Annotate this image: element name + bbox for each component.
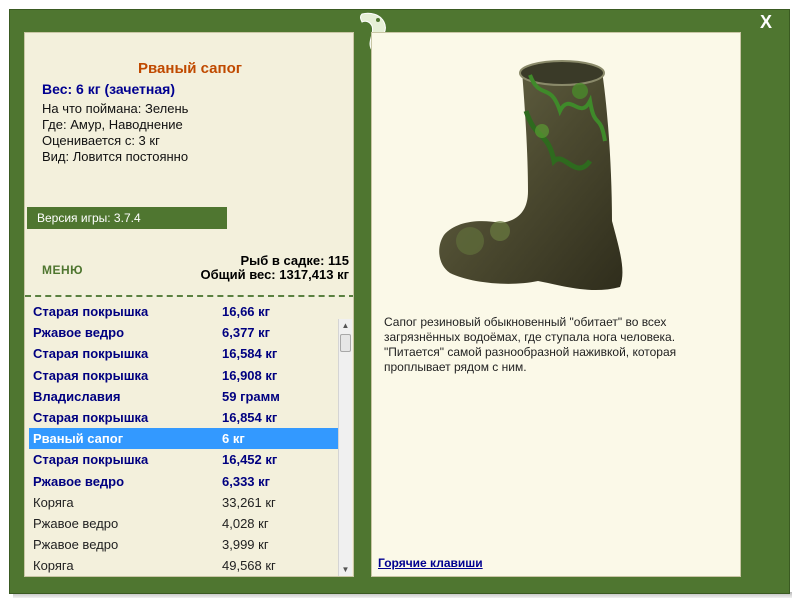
- list-item-name: Ржавое ведро: [33, 473, 125, 489]
- valued-from-text: Оценивается с: 3 кг: [42, 133, 160, 148]
- fish-detail-panel: Сапог резиновый обыкновенный "обитает" в…: [371, 32, 741, 577]
- list-item[interactable]: Ржавое ведро 3,999 кг: [29, 534, 341, 555]
- list-item-name: Ржавое ведро: [33, 515, 119, 531]
- list-item[interactable]: Ржавое ведро 4,028 кг: [29, 513, 341, 534]
- fish-title: Рваный сапог: [138, 60, 242, 77]
- fish-type-text: Вид: Ловится постоянно: [42, 149, 189, 164]
- list-item[interactable]: Коряга 33,261 кг: [29, 492, 341, 513]
- list-item-name: Старая покрышка: [33, 410, 149, 426]
- list-item[interactable]: Старая покрышка 16,452 кг: [29, 449, 341, 470]
- list-item[interactable]: Старая покрышка 16,908 кг: [29, 365, 341, 386]
- list-item[interactable]: Коряга 49,568 кг: [29, 555, 341, 576]
- hotkeys-link[interactable]: Горячие клавиши: [378, 556, 483, 570]
- list-item[interactable]: Владиславия 59 грамм: [29, 386, 341, 407]
- location-text: Где: Амур, Наводнение: [42, 117, 183, 132]
- list-item[interactable]: Старая покрышка 16,66 кг: [29, 301, 341, 322]
- divider: [25, 295, 353, 297]
- caught-on-text: На что поймана: Зелень: [42, 101, 189, 116]
- boot-image: [439, 60, 623, 291]
- list-item[interactable]: Ржавое ведро 6,333 кг: [29, 471, 341, 492]
- list-item-name: Владиславия: [33, 388, 121, 404]
- list-item[interactable]: Старая покрышка 16,584 кг: [29, 343, 341, 364]
- list-item-name: Рваный сапог: [33, 431, 124, 447]
- list-item-name: Коряга: [33, 494, 74, 510]
- fish-description: Сапог резиновый обыкновенный "обитает" в…: [384, 315, 677, 374]
- list-item-weight: 16,66 кг: [222, 304, 271, 320]
- fish-count: Рыб в садке: 115: [240, 253, 349, 268]
- list-item-weight: 16,854 кг: [222, 410, 278, 426]
- fish-info-panel: Рваный сапог Вес: 6 кг (зачетная) На что…: [24, 32, 354, 577]
- arrow-down-icon[interactable]: ▼: [339, 563, 352, 576]
- list-item[interactable]: Старая покрышка 16,854 кг: [29, 407, 341, 428]
- list-item-weight: 16,908 кг: [222, 367, 278, 383]
- keepnet-stats: Рыб в садке: 115 Общий вес: 1317,413 кг: [200, 254, 349, 282]
- game-version-bar: Версия игры: 3.7.4: [27, 207, 227, 229]
- list-item-weight: 16,584 кг: [222, 346, 278, 362]
- list-item-weight: 4,028 кг: [222, 515, 269, 531]
- total-weight: Общий вес: 1317,413 кг: [200, 267, 349, 282]
- list-item-weight: 49,568 кг: [222, 558, 276, 574]
- list-item-name: Старая покрышка: [33, 367, 149, 383]
- fish-weight: Вес: 6 кг (зачетная): [42, 81, 175, 97]
- list-item-name: Коряга: [33, 558, 74, 574]
- list-item[interactable]: Ржавое ведро 6,377 кг: [29, 322, 341, 343]
- catch-list[interactable]: Старая покрышка 16,66 кг Ржавое ведро 6,377…: [29, 301, 341, 576]
- list-item-weight: 59 грамм: [222, 388, 280, 404]
- list-item-name: Старая покрышка: [33, 452, 149, 468]
- list-item-weight: 6 кг: [222, 431, 245, 447]
- scrollbar-thumb[interactable]: [340, 334, 351, 352]
- menu-button[interactable]: МЕНЮ: [42, 263, 83, 277]
- list-item-weight: 16,452 кг: [222, 452, 278, 468]
- close-button[interactable]: X: [757, 12, 775, 32]
- list-item-name: Старая покрышка: [33, 346, 149, 362]
- scrollbar[interactable]: ▲ ▼: [338, 319, 352, 576]
- list-item-weight: 6,333 кг: [222, 473, 271, 489]
- list-item-weight: 33,261 кг: [222, 494, 276, 510]
- list-item[interactable]: Рваный сапог 6 кг: [29, 428, 341, 450]
- list-item-name: Ржавое ведро: [33, 325, 125, 341]
- list-item-weight: 3,999 кг: [222, 537, 269, 553]
- list-item-name: Старая покрышка: [33, 304, 149, 320]
- list-item-weight: 6,377 кг: [222, 325, 271, 341]
- arrow-up-icon[interactable]: ▲: [339, 319, 352, 332]
- list-item-name: Ржавое ведро: [33, 537, 119, 553]
